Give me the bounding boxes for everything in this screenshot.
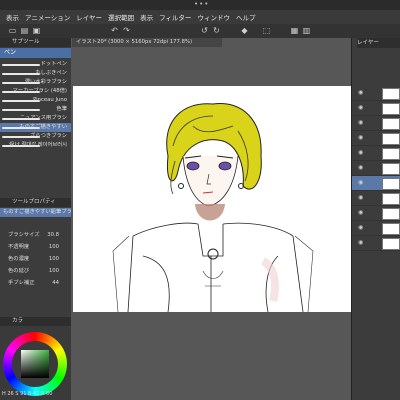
layer-row[interactable]: ◉ bbox=[352, 146, 400, 161]
prop-color-density[interactable]: 色の濃度 100 bbox=[0, 254, 71, 265]
layer-row[interactable]: ◉ bbox=[352, 131, 400, 146]
color-panel-header: カラ bbox=[0, 317, 71, 326]
menu-layer[interactable]: レイヤー bbox=[76, 12, 102, 22]
tool-property-header: ツールプロパティ bbox=[0, 198, 71, 207]
layer-thumbnail bbox=[382, 193, 400, 205]
layer-panel-title: レイヤー bbox=[357, 40, 379, 46]
layer-row[interactable]: ◉ bbox=[352, 206, 400, 221]
menu-help[interactable]: ヘルプ bbox=[236, 12, 256, 22]
layer-row[interactable]: ◉ bbox=[352, 236, 400, 251]
brush-item-selected[interactable]: ものすご描きやすい bbox=[0, 123, 71, 132]
eye-icon[interactable]: ◉ bbox=[358, 89, 363, 96]
menu-window[interactable]: ウィンドウ bbox=[197, 12, 230, 22]
layer-row[interactable]: ◉ bbox=[352, 161, 400, 176]
prop-brush-size[interactable]: ブラシサイズ 30.8 bbox=[0, 230, 71, 241]
menu-animation[interactable]: アニメーション bbox=[25, 12, 70, 22]
layer-row[interactable]: ◉ bbox=[352, 86, 400, 101]
layer-thumbnail bbox=[382, 178, 400, 190]
eye-icon[interactable]: ◉ bbox=[358, 194, 363, 201]
eye-icon[interactable]: ◉ bbox=[358, 104, 363, 111]
color-saturation-square[interactable] bbox=[21, 350, 49, 378]
brush-item[interactable]: 丸しぶきペン bbox=[0, 69, 71, 78]
brush-item[interactable]: ニュアンス用ブラシ bbox=[0, 114, 71, 123]
window-titlebar: ••• bbox=[0, 0, 400, 10]
menu-bar: 表示 アニメーション レイヤー 選択範囲 表示 フィルター ウィンドウ ヘルプ bbox=[0, 10, 400, 24]
prop-opacity[interactable]: 不透明度 100 bbox=[0, 242, 71, 253]
document-tab[interactable]: イラスト20* (3000 × 5160px 72dpi 177.8%) bbox=[72, 38, 222, 47]
grid-icon[interactable]: ▦ bbox=[290, 26, 299, 35]
brush-item[interactable]: ざらつきブラシ bbox=[0, 132, 71, 141]
sketch-artwork bbox=[112, 103, 314, 313]
eye-icon[interactable]: ◉ bbox=[358, 239, 363, 246]
prop-stabilization[interactable]: 手ブレ補正 44 bbox=[0, 278, 71, 289]
layer-thumbnail bbox=[382, 223, 400, 235]
layer-thumbnail bbox=[382, 148, 400, 160]
open-icon[interactable]: ▤ bbox=[20, 26, 29, 35]
eye-icon[interactable]: ◉ bbox=[358, 164, 363, 171]
menu-display[interactable]: 表示 bbox=[140, 12, 153, 22]
eye-icon[interactable]: ◉ bbox=[358, 179, 363, 186]
window-dots-icon[interactable]: ••• bbox=[194, 0, 209, 8]
eye-icon[interactable]: ◉ bbox=[358, 224, 363, 231]
brush-item[interactable]: 濃い水彩ラブラシ bbox=[0, 78, 71, 87]
layer-thumbnail bbox=[382, 103, 400, 115]
subtool-panel-header: サブツール bbox=[0, 38, 71, 47]
menu-filter[interactable]: フィルター bbox=[159, 12, 191, 22]
brush-item[interactable]: ドットペン bbox=[0, 60, 71, 69]
undo-arrow-icon[interactable]: ↺ bbox=[200, 26, 209, 35]
redo-icon[interactable]: ↷ bbox=[122, 26, 131, 35]
layer-row[interactable]: ◉ bbox=[352, 221, 400, 236]
eye-icon[interactable]: ◉ bbox=[358, 149, 363, 156]
eye-icon[interactable]: ◉ bbox=[358, 209, 363, 216]
layer-thumbnail bbox=[382, 208, 400, 220]
eye-icon[interactable]: ◉ bbox=[358, 134, 363, 141]
fill-icon[interactable]: ◆ bbox=[240, 26, 249, 35]
layer-row[interactable]: ◉ bbox=[352, 116, 400, 131]
layer-row[interactable]: ◉ bbox=[352, 101, 400, 116]
color-values: H 26 S 91 B 41 R 60 bbox=[2, 391, 53, 397]
eye-icon[interactable]: ◉ bbox=[358, 119, 363, 126]
redo-arrow-icon[interactable]: ↻ bbox=[212, 26, 221, 35]
save-icon[interactable]: ▣ bbox=[32, 26, 41, 35]
menu-view[interactable]: 表示 bbox=[6, 12, 19, 22]
layer-thumbnail bbox=[382, 118, 400, 130]
ruler-icon[interactable]: ▥ bbox=[302, 26, 311, 35]
brush-item[interactable]: 受け 절대값 레이어브러시 bbox=[0, 141, 71, 150]
prop-color-stretch[interactable]: 色の延び 100 bbox=[0, 266, 71, 277]
subtool-group-label: ペン bbox=[4, 49, 17, 56]
new-icon[interactable]: ▭ bbox=[8, 26, 17, 35]
layer-row-selected[interactable]: ◉ bbox=[352, 176, 400, 191]
layer-thumbnail bbox=[382, 163, 400, 175]
layer-thumbnail bbox=[382, 238, 400, 250]
layer-panel-header: レイヤー bbox=[357, 38, 400, 48]
undo-icon[interactable]: ↶ bbox=[110, 26, 119, 35]
transform-icon[interactable]: ⬚ bbox=[262, 26, 271, 35]
brush-item[interactable]: Pinceau Juno bbox=[0, 96, 71, 105]
layer-thumbnail bbox=[382, 88, 400, 100]
tool-property-brush[interactable]: ものすご描きやすい鉛筆ブラシ bbox=[0, 208, 77, 217]
subtool-group-tab[interactable]: ペン bbox=[0, 48, 71, 58]
layer-thumbnail bbox=[382, 133, 400, 145]
brush-item[interactable]: 色筆 bbox=[0, 105, 71, 114]
brush-item[interactable]: マーカーブラシ (48倍) bbox=[0, 87, 71, 96]
menu-selection[interactable]: 選択範囲 bbox=[108, 12, 134, 22]
drawing-canvas[interactable] bbox=[73, 86, 370, 313]
layer-row[interactable]: ◉ bbox=[352, 191, 400, 206]
